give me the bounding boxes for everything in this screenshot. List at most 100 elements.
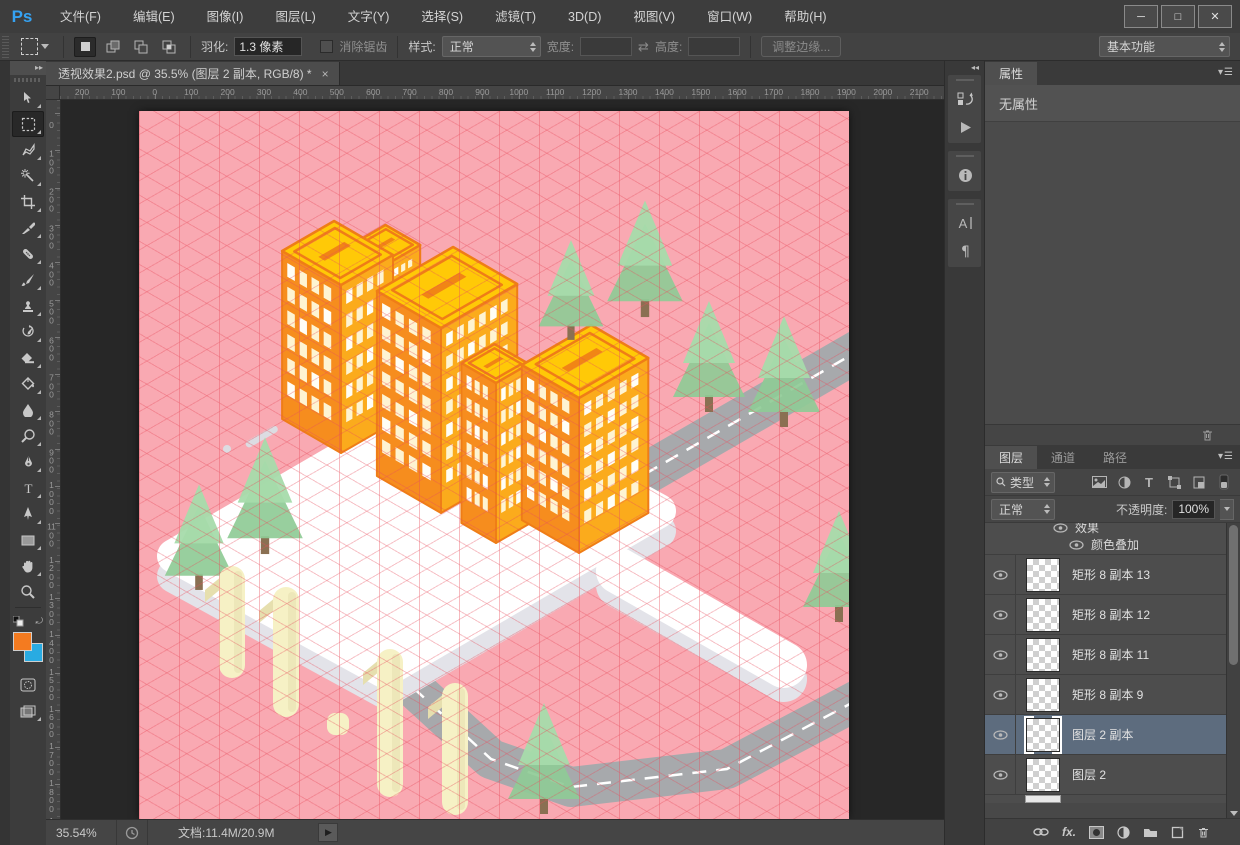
scrollbar-down-arrow[interactable]: [1230, 811, 1238, 816]
menu-item-4[interactable]: 文字(Y): [332, 1, 406, 33]
eraser-tool[interactable]: [12, 345, 44, 371]
menu-item-1[interactable]: 编辑(E): [117, 1, 191, 33]
healing-brush-tool[interactable]: [12, 241, 44, 267]
character-panel-button[interactable]: A: [948, 209, 982, 237]
menu-item-7[interactable]: 3D(D): [552, 1, 617, 33]
tool-preset-picker[interactable]: [17, 36, 53, 57]
foreground-color-swatch[interactable]: [13, 632, 32, 651]
menu-item-10[interactable]: 帮助(H): [768, 1, 842, 33]
hand-tool[interactable]: [12, 553, 44, 579]
menu-item-5[interactable]: 选择(S): [405, 1, 479, 33]
feather-input[interactable]: [234, 37, 302, 56]
type-tool[interactable]: T: [12, 475, 44, 501]
clone-source-panel-button[interactable]: [948, 85, 982, 113]
tab-properties[interactable]: 属性: [985, 62, 1037, 85]
move-tool[interactable]: [12, 85, 44, 111]
width-input[interactable]: [580, 37, 632, 56]
layer-thumbnail[interactable]: [1026, 678, 1060, 712]
path-select-tool[interactable]: [12, 501, 44, 527]
filter-smart-object-icon[interactable]: [1189, 476, 1209, 489]
info-panel-button[interactable]: [948, 161, 982, 189]
filter-adjustment-icon[interactable]: [1114, 476, 1134, 489]
menu-item-9[interactable]: 窗口(W): [691, 1, 768, 33]
new-group-icon[interactable]: [1143, 826, 1158, 838]
link-layers-icon[interactable]: [1033, 827, 1049, 837]
zoom-level-field[interactable]: 35.54%: [46, 826, 116, 840]
antialias-checkbox[interactable]: [320, 40, 333, 53]
close-tab-icon[interactable]: ×: [322, 67, 329, 81]
layer-row[interactable]: 图层 2 副本: [985, 715, 1240, 755]
magic-wand-tool[interactable]: [12, 163, 44, 189]
crop-tool[interactable]: [12, 189, 44, 215]
scrollbar-thumb[interactable]: [1229, 525, 1238, 665]
filter-type-icon[interactable]: T: [1139, 475, 1159, 490]
brush-tool[interactable]: [12, 267, 44, 293]
filter-shape-icon[interactable]: [1164, 476, 1184, 489]
close-button[interactable]: ✕: [1198, 5, 1232, 28]
canvas-viewport[interactable]: [61, 100, 944, 819]
horizontal-ruler[interactable]: 2001000100200300400500600700800900100011…: [60, 86, 944, 100]
eyedropper-tool[interactable]: [12, 215, 44, 241]
layer-thumbnail[interactable]: [1026, 718, 1060, 752]
layer-row[interactable]: 矩形 8 副本 13: [985, 555, 1240, 595]
menu-item-6[interactable]: 滤镜(T): [479, 1, 552, 33]
shape-tool[interactable]: [12, 527, 44, 553]
menu-item-8[interactable]: 视图(V): [617, 1, 691, 33]
selection-new-button[interactable]: [74, 37, 96, 57]
menu-item-2[interactable]: 图像(I): [191, 1, 260, 33]
layer-thumbnail[interactable]: [1026, 558, 1060, 592]
dodge-tool[interactable]: [12, 423, 44, 449]
layer-thumbnail[interactable]: [1026, 598, 1060, 632]
layer-thumbnail[interactable]: [1026, 758, 1060, 792]
default-colors-icon[interactable]: [13, 616, 24, 628]
minimize-button[interactable]: ─: [1124, 5, 1158, 28]
gradient-tool[interactable]: [12, 371, 44, 397]
visibility-eye-icon[interactable]: [1053, 523, 1068, 533]
workspace-select[interactable]: 基本功能: [1099, 36, 1230, 57]
menu-item-3[interactable]: 图层(L): [259, 1, 331, 33]
visibility-eye-icon[interactable]: [1069, 540, 1084, 550]
trash-icon[interactable]: [1201, 429, 1214, 442]
blur-tool[interactable]: [12, 397, 44, 423]
blend-mode-select[interactable]: 正常: [991, 499, 1055, 520]
document-tab[interactable]: 透视效果2.psd @ 35.5% (图层 2 副本, RGB/8) * ×: [46, 62, 340, 85]
new-layer-icon[interactable]: [1171, 826, 1184, 839]
effect-row[interactable]: 颜色叠加: [985, 536, 1240, 553]
marquee-tool[interactable]: [12, 111, 44, 137]
vertical-ruler[interactable]: 0100200300400500600700800900100011001200…: [46, 100, 61, 819]
effect-row[interactable]: 效果: [985, 523, 1240, 536]
maximize-button[interactable]: □: [1161, 5, 1195, 28]
dock-collapse-icon[interactable]: ◂◂: [945, 61, 984, 74]
actions-play-panel-button[interactable]: [948, 113, 982, 141]
opacity-dropdown[interactable]: [1220, 499, 1234, 520]
screen-mode-button[interactable]: [12, 698, 44, 724]
lasso-tool[interactable]: [12, 137, 44, 163]
zoom-tool[interactable]: [12, 579, 44, 605]
visibility-eye-icon[interactable]: [985, 595, 1016, 634]
selection-intersect-button[interactable]: [158, 37, 180, 57]
status-options-button[interactable]: ▶: [318, 823, 338, 842]
filter-toggle-switch[interactable]: [1214, 474, 1234, 490]
visibility-eye-icon[interactable]: [985, 715, 1016, 754]
layer-row[interactable]: 图层 2: [985, 755, 1240, 795]
swap-colors-icon[interactable]: ⤾: [36, 616, 44, 628]
visibility-eye-icon[interactable]: [985, 635, 1016, 674]
layers-scrollbar[interactable]: [1226, 523, 1240, 819]
layer-mask-icon[interactable]: [1089, 826, 1104, 839]
tab-layers[interactable]: 图层: [985, 446, 1037, 469]
visibility-eye-icon[interactable]: [985, 755, 1016, 794]
tab-channels[interactable]: 通道: [1037, 446, 1089, 469]
swap-dimensions-icon[interactable]: ⇄: [638, 39, 649, 55]
layer-row[interactable]: 矩形 8 副本 11: [985, 635, 1240, 675]
toolbox-collapse[interactable]: ▸▸: [10, 61, 46, 75]
layer-thumbnail[interactable]: [1026, 638, 1060, 672]
height-input[interactable]: [688, 37, 740, 56]
visibility-eye-icon[interactable]: [985, 555, 1016, 594]
layer-row[interactable]: 矩形 8 副本 12: [985, 595, 1240, 635]
filter-type-select[interactable]: 类型: [991, 472, 1055, 493]
style-select[interactable]: 正常: [442, 36, 541, 57]
layer-row[interactable]: 矩形 8 副本 9: [985, 675, 1240, 715]
panel-menu-icon[interactable]: ▾☰: [1218, 67, 1234, 78]
menu-item-0[interactable]: 文件(F): [44, 1, 117, 33]
ruler-corner[interactable]: [46, 86, 60, 100]
